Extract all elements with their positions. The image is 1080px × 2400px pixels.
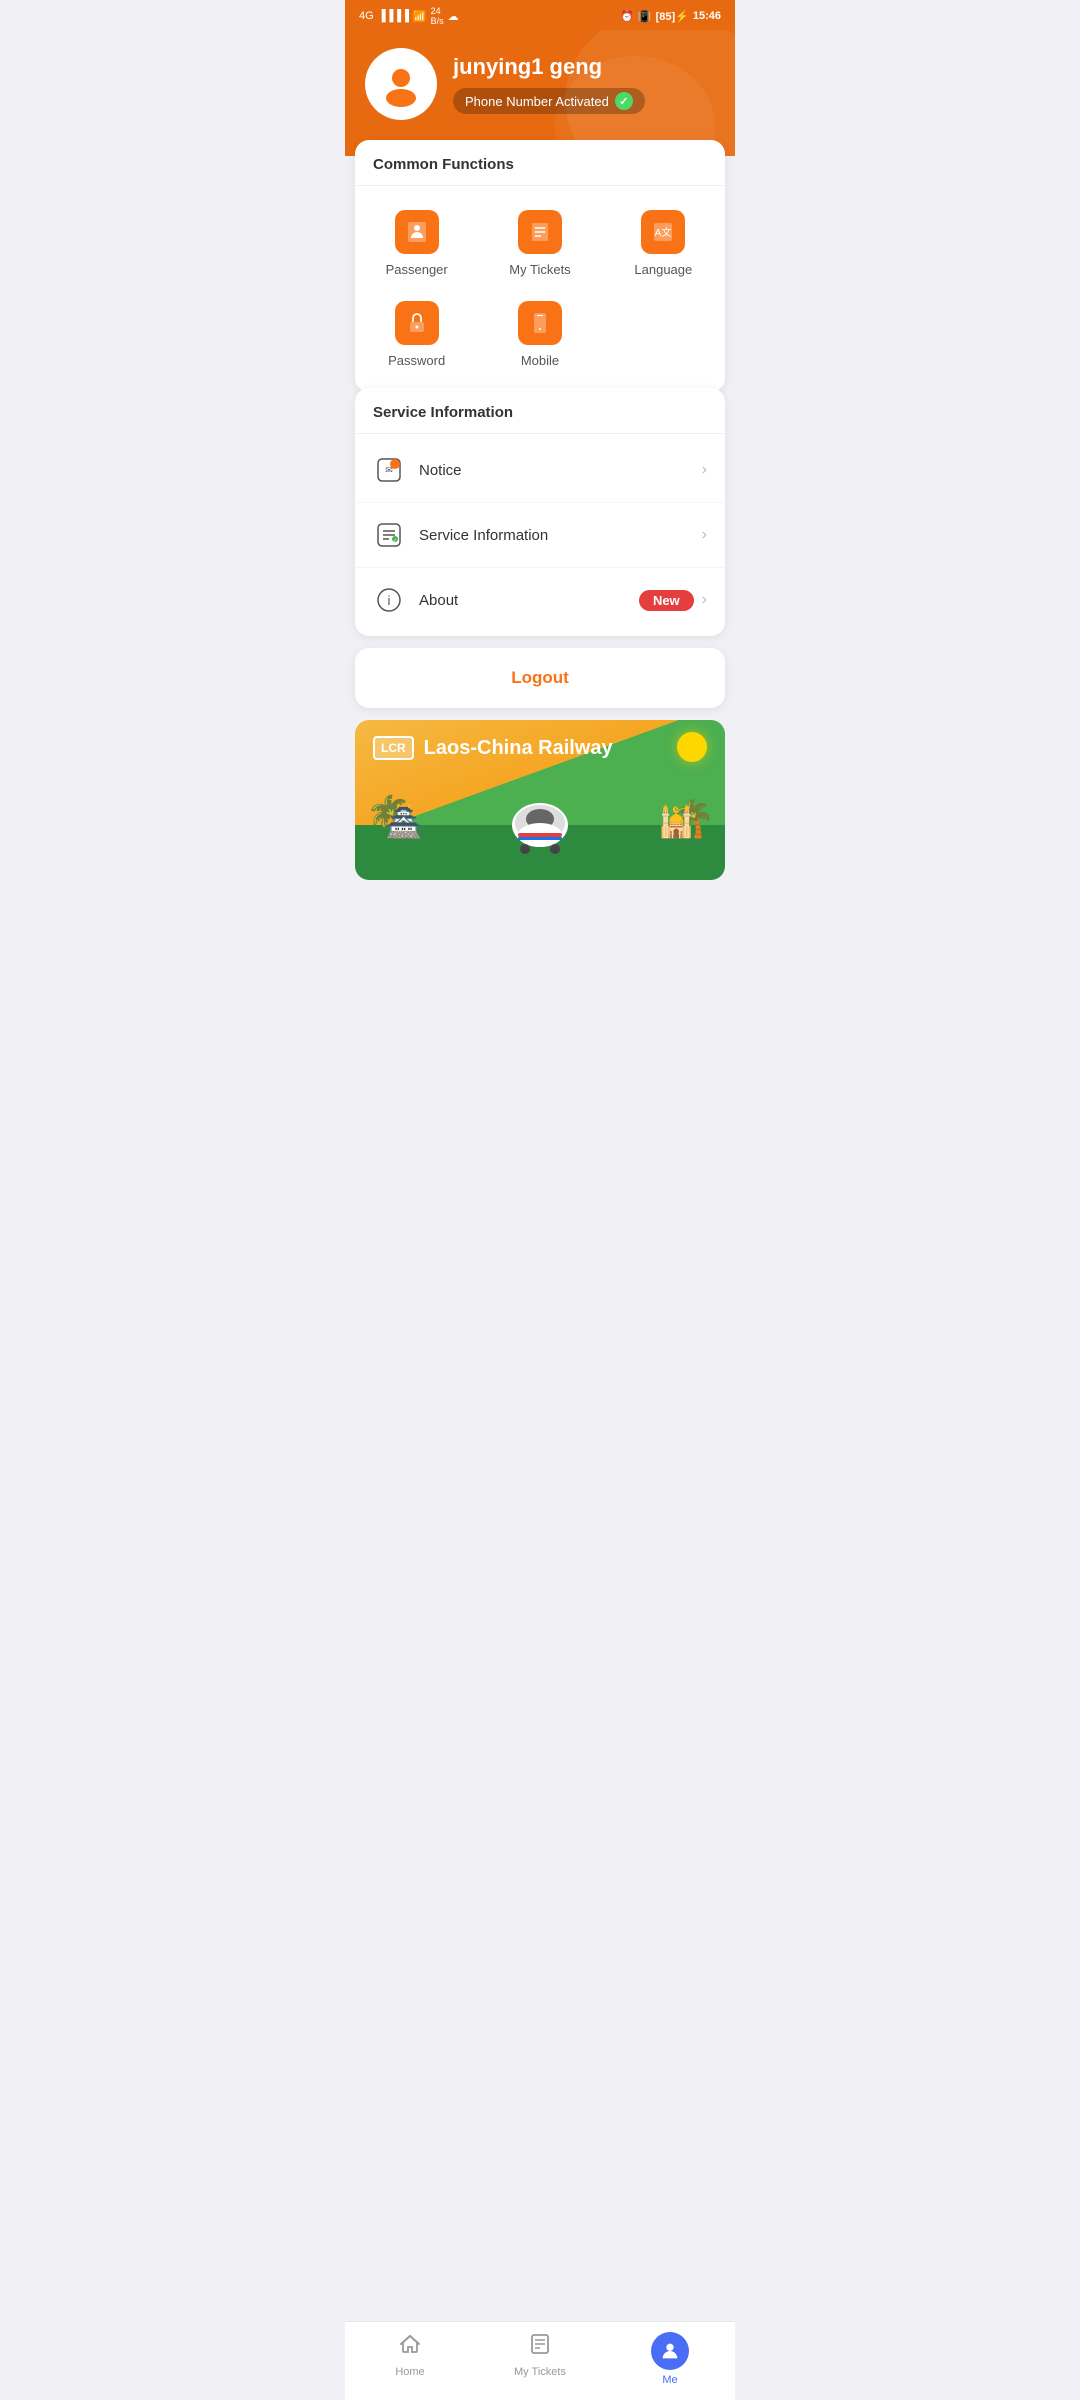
status-left: 4G ▐▐▐▐ 📶 24B/s ☁ [359,6,459,26]
profile-name: junying1 geng [453,54,645,80]
service-info-label: Service Information [419,527,702,544]
nav-my-tickets[interactable]: My Tickets [475,2322,605,2400]
service-info-item[interactable]: ✓ Service Information › [355,503,725,568]
phone-badge: Phone Number Activated [453,88,645,114]
notice-item[interactable]: ✉ Notice › [355,438,725,503]
lcr-banner: LCR Laos-China Railway [355,720,725,880]
me-icon-circle [651,2332,689,2370]
status-right: ⏰ 📳 [85]⚡ 15:46 [620,10,721,23]
profile-header: junying1 geng Phone Number Activated [345,30,735,156]
password-label: Password [388,353,445,368]
mobile-button[interactable]: Mobile [478,289,601,380]
svg-text:✉: ✉ [385,465,393,475]
common-functions-card: Common Functions Passenger [355,140,725,392]
notice-icon: ✉ [373,454,405,486]
cloud-icon: ☁ [448,10,459,23]
profile-info: junying1 geng Phone Number Activated [453,54,645,114]
lcr-banner-top: LCR Laos-China Railway [355,720,725,770]
phone-badge-text: Phone Number Activated [465,94,609,109]
new-badge: New [639,590,694,611]
nav-me[interactable]: Me [605,2322,735,2400]
avatar[interactable] [365,48,437,120]
passenger-icon [395,210,439,254]
sun-icon [677,732,707,762]
language-button[interactable]: A文 Language [602,198,725,289]
monument-icon: 🕌 [658,805,695,840]
home-label: Home [395,2366,424,2378]
nav-home[interactable]: Home [345,2322,475,2400]
network-icon: 4G [359,10,374,22]
alarm-icon: ⏰ [620,10,634,23]
me-label: Me [662,2374,677,2386]
logout-card: Logout [355,648,725,708]
bottom-nav: Home My Tickets Me [345,2321,735,2400]
status-bar: 4G ▐▐▐▐ 📶 24B/s ☁ ⏰ 📳 [85]⚡ 15:46 [345,0,735,30]
verified-icon [615,92,633,110]
vibrate-icon: 📳 [638,10,652,23]
about-chevron: › [702,591,707,609]
temple-icon: 🏯 [385,805,422,840]
about-label: About [419,592,639,609]
svg-text:✓: ✓ [393,538,397,544]
lcr-logo: LCR [373,736,414,760]
passenger-label: Passenger [386,262,448,277]
home-icon [398,2332,422,2362]
about-item[interactable]: i About New › [355,568,725,632]
banner-scene: 🌴 🌴 🏯 🕌 [355,770,725,880]
wifi-icon: 📶 [413,10,427,23]
service-information-title: Service Information [355,388,725,434]
mobile-icon [518,301,562,345]
my-tickets-label: My Tickets [509,262,570,277]
notice-chevron: › [702,461,707,479]
logout-button[interactable]: Logout [355,648,725,708]
service-info-chevron: › [702,526,707,544]
my-tickets-button[interactable]: My Tickets [478,198,601,289]
my-tickets-icon [518,210,562,254]
service-list: ✉ Notice › ✓ Service Information › [355,434,725,636]
data-speed: 24B/s [431,6,444,26]
svg-text:i: i [388,593,391,608]
language-icon: A文 [641,210,685,254]
common-functions-grid: Passenger My Tickets A文 Language [355,186,725,392]
clock: 15:46 [693,10,721,22]
mobile-label: Mobile [521,353,559,368]
service-info-icon: ✓ [373,519,405,551]
common-functions-title: Common Functions [355,140,725,186]
my-tickets-nav-label: My Tickets [514,2366,566,2378]
passenger-button[interactable]: Passenger [355,198,478,289]
lcr-title: Laos-China Railway [424,737,613,760]
signal-icon: ▐▐▐▐ [378,10,409,22]
notice-label: Notice [419,462,702,479]
service-information-card: Service Information ✉ Notice › [355,388,725,636]
password-icon [395,301,439,345]
my-tickets-nav-icon [528,2332,552,2362]
banner-train [505,795,575,850]
svg-text:A文: A文 [655,226,672,239]
battery-indicator: [85]⚡ [656,10,689,23]
about-icon: i [373,584,405,616]
language-label: Language [634,262,692,277]
password-button[interactable]: Password [355,289,478,380]
